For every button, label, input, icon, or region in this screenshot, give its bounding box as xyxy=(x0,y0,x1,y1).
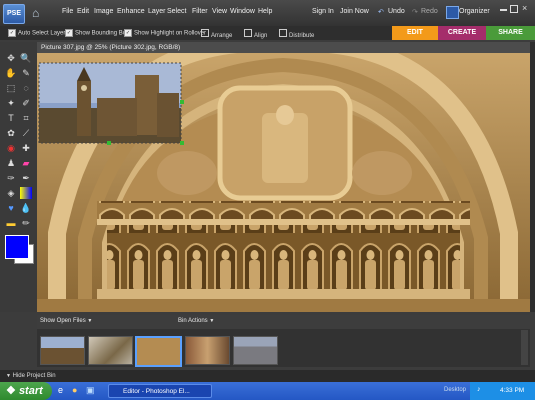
bin-scrollbar[interactable] xyxy=(521,330,528,365)
smart-brush-tool-icon[interactable]: ✒ xyxy=(20,172,32,184)
clone-stamp-tool-icon[interactable]: ♟ xyxy=(5,157,17,169)
redo-icon[interactable]: ↷ xyxy=(412,8,418,16)
organizer-icon[interactable] xyxy=(446,6,459,19)
maximize-icon[interactable] xyxy=(510,5,518,13)
pencil-tool-icon[interactable]: ✏ xyxy=(20,217,32,229)
highlight-label: Show Highlight on Rollover xyxy=(134,30,207,37)
distribute-label: Distribute xyxy=(289,33,315,39)
redo-button[interactable]: Redo xyxy=(421,8,438,15)
lasso-tool-icon[interactable]: ◌ xyxy=(20,82,32,94)
firefox-quicklaunch-icon[interactable]: ● xyxy=(72,385,77,395)
bin-actions-label: Bin Actions xyxy=(178,318,208,324)
sponge-tool-icon[interactable]: ▬ xyxy=(5,217,17,229)
menu-help[interactable]: Help xyxy=(258,8,272,15)
check-icon: ✓ xyxy=(124,29,132,37)
ie-quicklaunch-icon[interactable]: e xyxy=(58,385,63,395)
menu-layer[interactable]: Layer xyxy=(148,8,166,15)
bin-thumbnail-selected[interactable] xyxy=(135,336,182,367)
organizer-button[interactable]: Organizer xyxy=(459,8,490,15)
distribute-button[interactable]: Distribute xyxy=(279,29,314,39)
align-label: Align xyxy=(254,33,268,39)
cookie-cutter-tool-icon[interactable]: ✿ xyxy=(5,127,17,139)
bin-thumbnail[interactable] xyxy=(185,336,230,365)
chevron-down-icon: ▼ xyxy=(87,318,93,324)
menu-filter[interactable]: Filter xyxy=(192,8,208,15)
brush-tool-icon[interactable]: ✑ xyxy=(5,172,17,184)
straighten-tool-icon[interactable]: ⟋ xyxy=(20,127,32,139)
taskbar-editor-window[interactable]: Editor - Photoshop El... xyxy=(108,384,212,398)
folder-quicklaunch-icon[interactable]: ▣ xyxy=(86,385,95,396)
type-tool-icon[interactable]: T xyxy=(5,112,17,124)
auto-select-layer-checkbox[interactable]: ✓ Auto Select Layer xyxy=(8,29,65,37)
hand-tool-icon[interactable]: ✋ xyxy=(5,67,17,79)
align-button[interactable]: Align xyxy=(244,29,267,39)
start-button[interactable]: ❖ start xyxy=(0,382,52,400)
canvas-scrollbar[interactable] xyxy=(530,42,535,312)
bin-thumbnail[interactable] xyxy=(40,336,85,365)
windows-logo-icon: ❖ xyxy=(6,385,16,397)
menu-edit[interactable]: Edit xyxy=(77,8,89,15)
auto-select-label: Auto Select Layer xyxy=(18,30,66,37)
red-eye-tool-icon[interactable]: ◉ xyxy=(5,142,17,154)
desktop-toolbar-label[interactable]: Desktop xyxy=(444,387,466,393)
start-label: start xyxy=(18,385,43,397)
image-canvas[interactable] xyxy=(37,53,530,312)
document-title: Picture 307.jpg @ 25% (Picture 302.jpg, … xyxy=(37,42,530,53)
undo-icon[interactable]: ↶ xyxy=(378,8,384,16)
arrange-button[interactable]: Arrange xyxy=(201,29,232,39)
shape-tool-icon[interactable]: ♥ xyxy=(5,202,17,214)
home-icon[interactable]: ⌂ xyxy=(32,6,46,20)
magic-wand-tool-icon[interactable]: ✦ xyxy=(5,97,17,109)
bounding-box-label: Show Bounding Box xyxy=(75,30,130,37)
show-open-files-label: Show Open Files xyxy=(40,318,86,324)
hide-project-bin-bar[interactable]: ▼ Hide Project Bin xyxy=(0,370,535,382)
chevron-down-icon: ▼ xyxy=(209,318,215,324)
tab-share[interactable]: SHARE xyxy=(486,26,535,40)
healing-brush-tool-icon[interactable]: ✚ xyxy=(20,142,32,154)
marquee-tool-icon[interactable]: ⬚ xyxy=(5,82,17,94)
move-tool-icon[interactable]: ✥ xyxy=(5,52,17,64)
close-icon[interactable]: × xyxy=(522,3,527,13)
blur-tool-icon[interactable]: 💧 xyxy=(20,202,32,214)
menu-window[interactable]: Window xyxy=(230,8,255,15)
tab-edit[interactable]: EDIT xyxy=(392,26,438,40)
show-open-files-dropdown[interactable]: Show Open Files ▼ xyxy=(40,318,92,324)
eraser-tool-icon[interactable]: ▰ xyxy=(20,157,32,169)
eyedropper-tool-icon[interactable]: ✎ xyxy=(20,67,32,79)
app-logo-icon: PSE xyxy=(3,4,25,24)
bin-thumbnail[interactable] xyxy=(233,336,278,365)
menu-image[interactable]: Image xyxy=(94,8,113,15)
check-icon: ✓ xyxy=(65,29,73,37)
clock: 4:33 PM xyxy=(500,387,525,394)
volume-icon[interactable]: ♪ xyxy=(477,386,481,393)
bin-actions-menu[interactable]: Bin Actions ▼ xyxy=(178,318,214,324)
arrange-icon xyxy=(201,29,209,37)
foreground-color-swatch[interactable] xyxy=(5,235,29,259)
hide-project-bin-label: Hide Project Bin xyxy=(12,373,56,379)
undo-button[interactable]: Undo xyxy=(388,8,405,15)
distribute-icon xyxy=(279,29,287,37)
crop-tool-icon[interactable]: ⌗ xyxy=(20,112,32,124)
quick-selection-tool-icon[interactable]: ✐ xyxy=(20,97,32,109)
project-bin-header xyxy=(37,315,530,329)
minimize-icon[interactable] xyxy=(500,9,507,11)
cathedral-portal-image xyxy=(37,53,530,312)
align-icon xyxy=(244,29,252,37)
sign-in-link[interactable]: Sign In xyxy=(312,8,334,15)
join-now-link[interactable]: Join Now xyxy=(340,8,369,15)
menu-view[interactable]: View xyxy=(212,8,227,15)
menu-enhance[interactable]: Enhance xyxy=(117,8,145,15)
menu-select[interactable]: Select xyxy=(167,8,186,15)
arrange-label: Arrange xyxy=(211,33,233,39)
show-bounding-box-checkbox[interactable]: ✓ Show Bounding Box xyxy=(65,29,129,37)
zoom-tool-icon[interactable]: 🔍 xyxy=(20,52,32,64)
check-icon: ✓ xyxy=(8,29,16,37)
tab-create[interactable]: CREATE xyxy=(438,26,486,40)
menu-file[interactable]: File xyxy=(62,8,73,15)
bin-thumbnail[interactable] xyxy=(88,336,133,365)
collapse-arrow-icon: ▼ xyxy=(6,373,11,379)
show-highlight-checkbox[interactable]: ✓ Show Highlight on Rollover xyxy=(124,29,206,37)
gradient-tool-icon[interactable] xyxy=(20,187,32,199)
paint-bucket-tool-icon[interactable]: ◈ xyxy=(5,187,17,199)
